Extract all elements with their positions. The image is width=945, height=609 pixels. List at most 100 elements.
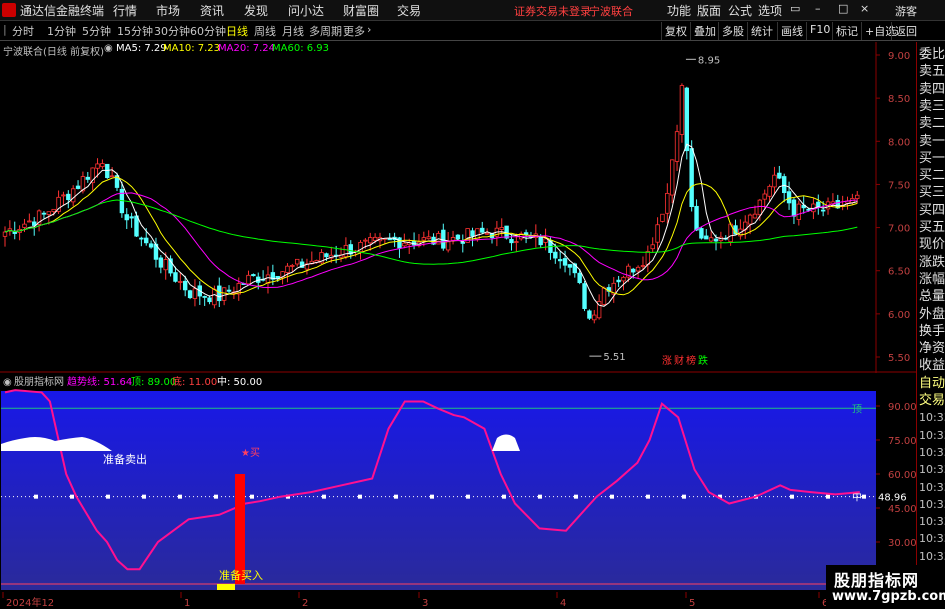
period-toolbar: | 分时 1分钟 5分钟 15分钟 30分钟 60分钟 日线 周线 月线 多周期… [0,21,945,41]
menu-quotes[interactable]: 行情 [113,2,137,19]
candle [708,237,714,242]
side-panel-item[interactable]: 买四 [919,202,945,219]
side-panel-item[interactable]: 买五 [919,219,945,236]
candle [51,208,56,212]
login-notice[interactable]: 证券交易未登录 [514,3,591,19]
tab-monthly[interactable]: 月线 [282,23,304,39]
back-button[interactable]: 返回 [891,22,920,40]
candle [95,163,100,169]
chevron-right-icon[interactable]: › [367,23,371,36]
candle [387,238,392,241]
ma60-value: MA60: 6.93 [272,43,330,54]
stats-button[interactable]: 统计 [747,22,776,40]
side-panel-item[interactable]: 10:33 [919,513,945,530]
middle-marker [646,494,650,499]
side-panel-item[interactable]: 卖三 [919,98,945,115]
tab-daily[interactable]: 日线 [226,23,248,39]
side-panel-item[interactable]: 卖五 [919,63,945,80]
tab-5min[interactable]: 5分钟 [82,23,111,39]
side-panel-item[interactable]: 现价 [919,236,945,253]
side-panel-item[interactable]: 10:33 [919,427,945,444]
candle [158,257,164,268]
menu-options[interactable]: 选项 [758,2,782,19]
side-panel-item[interactable]: 10:33 [919,548,945,565]
candle [324,253,329,258]
side-panel-item[interactable]: 买一 [919,150,945,167]
overlay-button[interactable]: 叠加 [690,22,719,40]
candle [372,236,378,241]
candle [470,230,475,237]
middle-marker [178,494,182,499]
tab-weekly[interactable]: 周线 [254,23,276,39]
tab-60min[interactable]: 60分钟 [190,23,226,39]
menu-layout[interactable]: 版面 [697,2,721,19]
adjust-button[interactable]: 复权 [661,22,690,40]
indicator-param: 底: 11.00 [172,375,217,388]
watermark-url: www.7gpzb.com [832,589,945,604]
side-panel-item[interactable]: 卖四 [919,81,945,98]
tab-1min[interactable]: 1分钟 [47,23,76,39]
indicator-background [1,391,876,590]
candle [480,227,485,233]
multi-stock-button[interactable]: 多股 [718,22,747,40]
draw-line-button[interactable]: 画线 [777,22,806,40]
middle-marker [502,494,506,499]
side-panel-item[interactable]: 10:33 [919,479,945,496]
side-panel-item[interactable]: 10:33 [919,409,945,426]
menu-discover[interactable]: 发现 [244,2,268,19]
side-panel-item[interactable]: 买二 [919,167,945,184]
kline-chart[interactable]: 9.00 8.50 8.00 7.50 7.00 6.50 6.00 5.50 8.95 5.51… [0,42,916,609]
side-panel-item[interactable]: 换手 [919,323,945,340]
side-panel-item[interactable]: 10:33 [919,461,945,478]
menu-wenxiaoda[interactable]: 问小达 [288,2,324,19]
side-panel-item[interactable]: 交易 [919,392,945,409]
restore-icon[interactable]: – [815,2,821,15]
candle [820,209,826,212]
f10-button[interactable]: F10 [806,22,833,40]
candle [426,236,431,240]
side-panel-item[interactable]: 卖一 [919,133,945,150]
side-panel-item[interactable]: 买三 [919,184,945,201]
side-panel-item[interactable]: 涨跌 [919,254,945,271]
candle [173,272,178,282]
side-panel-item[interactable]: 涨幅 [919,271,945,288]
candle [246,274,251,285]
tab-15min[interactable]: 15分钟 [117,23,153,39]
candle [504,225,509,239]
x-tick-label: 4 [560,598,566,609]
menu-formula[interactable]: 公式 [728,2,752,19]
side-panel-item[interactable]: 10:33 [919,496,945,513]
tab-timeshare[interactable]: 分时 [12,23,34,39]
side-panel-item[interactable]: 总量 [919,288,945,305]
candle [441,229,446,249]
side-panel-item[interactable]: 自动 [919,375,945,392]
settings-icon[interactable]: ◉ [104,43,113,54]
close-icon[interactable]: × [860,2,869,15]
candle [562,258,568,266]
y-tick-label: 60.00 [888,470,916,481]
side-panel-item[interactable]: 收益 [919,357,945,374]
side-panel-item[interactable]: 10:33 [919,530,945,547]
side-panel-item[interactable]: 委比 [919,46,945,63]
candle [592,314,597,321]
mark-button[interactable]: 标记 [832,22,861,40]
candle [285,265,290,273]
tab-30min[interactable]: 30分钟 [154,23,190,39]
tab-multi-period[interactable]: 多周期 [309,23,342,39]
menu-trade[interactable]: 交易 [397,2,421,19]
side-panel-item[interactable]: 净资 [919,340,945,357]
side-panel-item[interactable]: 卖二 [919,115,945,132]
side-panel-item[interactable]: 外盘 [919,306,945,323]
menu-wealth[interactable]: 财富圈 [343,2,379,19]
menu-market[interactable]: 市场 [156,2,180,19]
menu-news[interactable]: 资讯 [200,2,224,19]
minimize-icon[interactable]: ▭ [790,2,800,15]
maximize-icon[interactable]: □ [838,2,848,15]
x-axis [0,592,916,609]
menu-function[interactable]: 功能 [667,2,691,19]
tab-more[interactable]: 更多 [343,23,365,39]
side-panel-item[interactable]: 10:33 [919,444,945,461]
middle-marker [142,494,146,499]
candle [66,193,71,201]
guest-label[interactable]: 游客 [895,3,917,19]
